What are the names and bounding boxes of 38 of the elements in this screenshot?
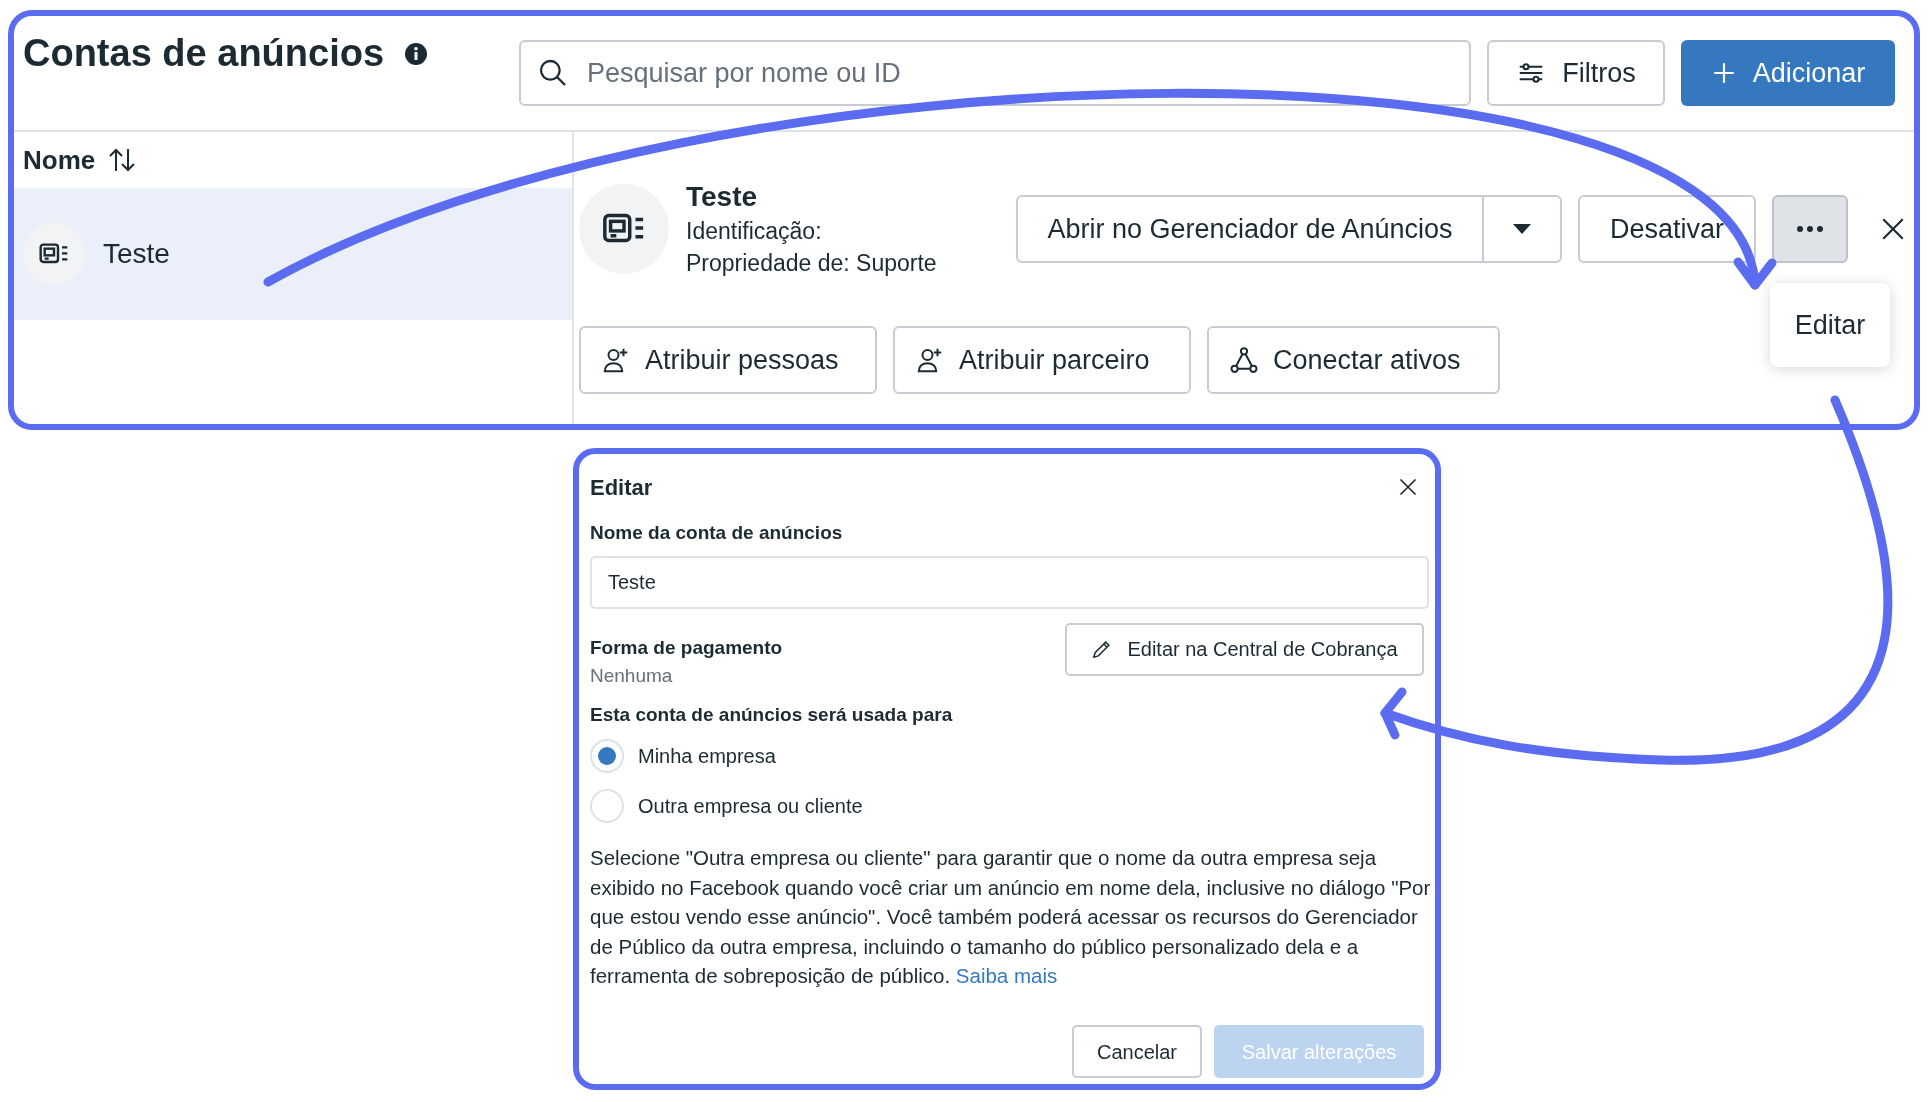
radio-option[interactable]: Minha empresa: [590, 739, 1424, 773]
account-name: Teste: [103, 237, 170, 271]
open-ads-manager-button[interactable]: Abrir no Gerenciador de Anúncios: [1018, 197, 1484, 261]
assign-button[interactable]: Atribuir pessoas: [579, 326, 877, 394]
learn-more-link[interactable]: Saiba mais: [955, 964, 1058, 987]
info-icon[interactable]: [404, 41, 429, 66]
account-name-field[interactable]: Teste: [590, 555, 1429, 609]
field-label: Nome da conta de anúncios: [590, 521, 844, 545]
search-field[interactable]: Pesquisar por nome ou ID: [519, 40, 1471, 106]
close-icon[interactable]: [1880, 216, 1906, 242]
account-id-label: Identificação:: [686, 217, 823, 246]
account-title: Teste: [686, 180, 759, 214]
column-header[interactable]: Nome: [23, 140, 96, 180]
radio-option[interactable]: Outra empresa ou cliente: [590, 789, 1424, 823]
dialog-title: Editar: [590, 473, 653, 502]
close-icon[interactable]: [1398, 477, 1418, 497]
more-button[interactable]: [1772, 195, 1848, 263]
help-text: Selecione "Outra empresa ou cliente" para garantir que o nome da outra empresa seja exibido no Facebook quando você criar um anúncio em nome dela, inclusive no diálogo "Por que estou vendo esse anúncio". Você também poderá acessar os recursos do Gerenciador de Público da outra empresa, incluindo o tamanho do público personalizado dela e a ferramenta de sobreposição de público. Saiba mais: [590, 845, 1432, 989]
sort-icon[interactable]: [107, 147, 138, 173]
more-icon: [1797, 226, 1823, 232]
caret-icon: [1512, 223, 1532, 235]
account-owner: Propriedade de: Suporte: [686, 249, 938, 278]
cancel-button[interactable]: Cancelar: [1072, 1025, 1202, 1078]
radio-button[interactable]: [590, 739, 624, 773]
menu-item[interactable]: Editar: [1770, 291, 1890, 359]
filters-button[interactable]: Filtros: [1487, 40, 1665, 106]
field-label: Forma de pagamento: [590, 635, 783, 660]
account-row[interactable]: Teste: [14, 188, 572, 320]
radio-button[interactable]: [590, 789, 624, 823]
deactivate-button[interactable]: Desativar: [1578, 195, 1756, 263]
billing-button[interactable]: Editar na Central de Cobrança: [1065, 622, 1424, 676]
field-label: Esta conta de anúncios será usada para: [590, 702, 954, 727]
page-title: Contas de anúncios: [23, 31, 385, 76]
payment-value: Nenhuma: [590, 663, 674, 688]
assign-button[interactable]: Atribuir parceiro: [893, 326, 1191, 394]
nodes-icon: [1229, 345, 1259, 375]
connect-assets-button[interactable]: Conectar ativos: [1207, 326, 1500, 394]
add-button[interactable]: Adicionar: [1681, 40, 1895, 106]
